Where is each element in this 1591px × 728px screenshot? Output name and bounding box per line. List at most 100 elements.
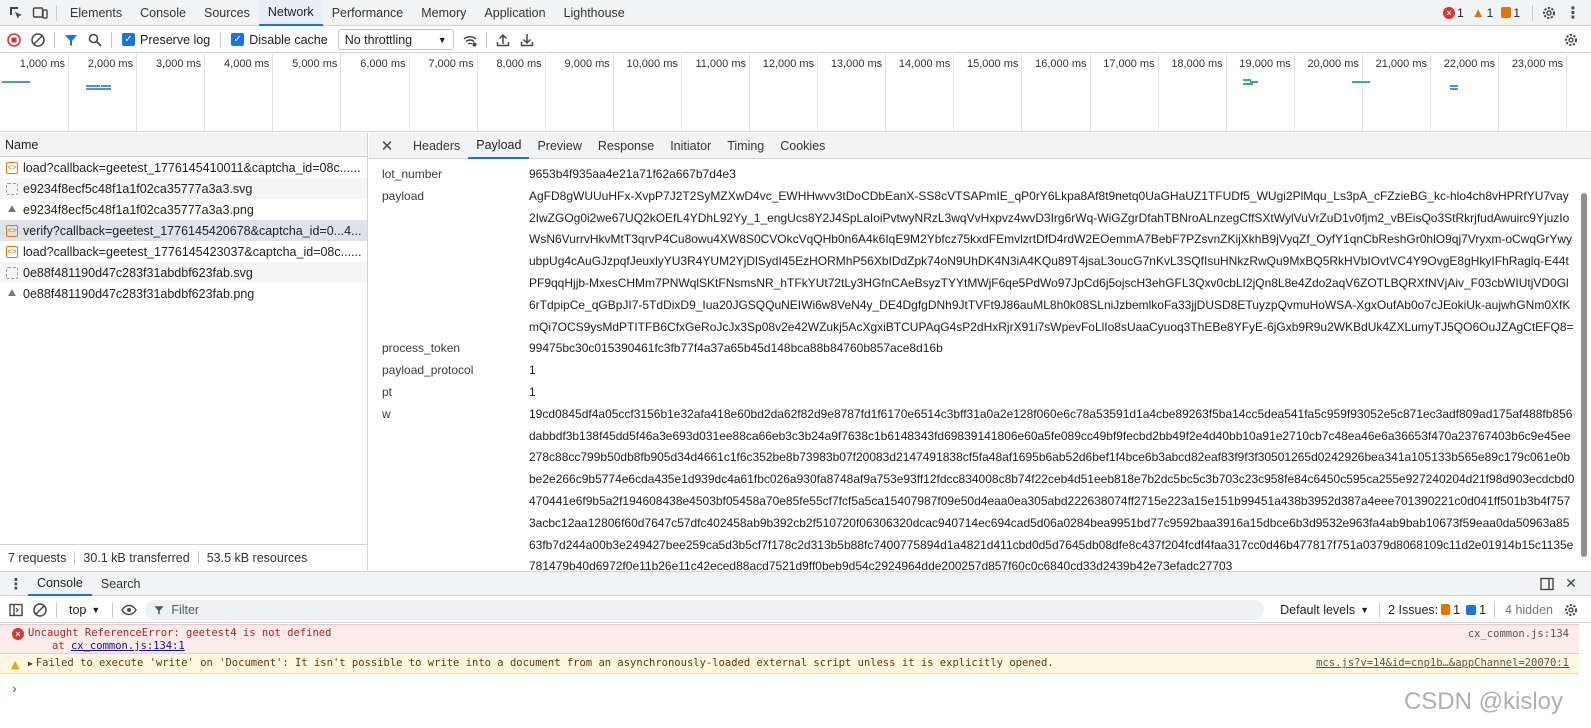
issues-summary[interactable]: 2 Issues: 1 1: [1384, 603, 1490, 617]
payload-value[interactable]: 1: [529, 382, 1579, 404]
issue-warning-icon: [1441, 604, 1451, 615]
console-prompt[interactable]: ›: [12, 680, 17, 696]
issues-counter[interactable]: 1: [1501, 6, 1520, 20]
tab-initiator[interactable]: Initiator: [662, 133, 719, 159]
tab-payload[interactable]: Payload: [468, 133, 530, 159]
log-levels-select[interactable]: Default levels ▼: [1274, 603, 1375, 617]
tab-lighthouse[interactable]: Lighthouse: [555, 0, 634, 26]
warning-source-link[interactable]: mcs.js?v=14&id=cnp1b…&appChannel=20070:1: [1316, 655, 1569, 672]
tab-timing[interactable]: Timing: [719, 133, 772, 159]
tab-elements[interactable]: Elements: [61, 0, 131, 26]
tab-performance[interactable]: Performance: [323, 0, 413, 26]
console-toolbar: top ▼ Filter Default levels ▼ 2 Issues: …: [0, 597, 1591, 623]
tab-memory[interactable]: Memory: [412, 0, 475, 26]
drawer-menu-icon[interactable]: ⋮: [4, 573, 28, 595]
timeline-request-bar: [1250, 81, 1258, 83]
payload-key: process_token: [382, 341, 461, 356]
error-counter[interactable]: × 1: [1443, 6, 1464, 20]
request-row[interactable]: <> verify?callback=geetest_1776145420678&…: [0, 220, 367, 241]
timeline-tick: 10,000 ms: [627, 54, 682, 131]
request-row[interactable]: <> load?callback=geetest_1776145423037&ca…: [0, 241, 367, 262]
console-filter-input[interactable]: Filter: [145, 599, 1265, 620]
tab-response[interactable]: Response: [590, 133, 662, 159]
timeline-tick: 22,000 ms: [1444, 54, 1500, 131]
tab-cookies[interactable]: Cookies: [772, 133, 833, 159]
tab-headers[interactable]: Headers: [405, 133, 468, 159]
payload-value[interactable]: AgFD8gWUUuHFx-XvpP7J2T2SyMZXwD4vc_EWHHwv…: [529, 186, 1579, 339]
payload-value[interactable]: 1: [529, 360, 1579, 382]
filter-icon: [154, 605, 164, 614]
more-options-icon[interactable]: ⋮: [1561, 2, 1585, 24]
timeline-tick-label: 1,000 ms: [19, 58, 65, 70]
payload-scrollbar[interactable]: [1581, 163, 1589, 560]
request-detail-panel: ✕ Headers Payload Preview Response Initi…: [369, 133, 1591, 570]
disable-cache-label: Disable cache: [249, 32, 328, 47]
payload-key: pt: [382, 384, 393, 399]
request-row[interactable]: e9234f8ecf5c48f1a1f02ca35777a3a3.svg: [0, 178, 367, 199]
scrollbar-thumb[interactable]: [1581, 193, 1587, 557]
transferred-size: 30.1 kB transferred: [75, 550, 199, 565]
tab-preview[interactable]: Preview: [529, 133, 589, 159]
close-icon[interactable]: ✕: [375, 135, 399, 157]
stop-recording-icon[interactable]: [2, 29, 26, 51]
disable-cache-checkbox[interactable]: ✓ Disable cache: [231, 33, 328, 47]
timeline-tick: 14,000 ms: [899, 54, 955, 131]
clear-icon[interactable]: [26, 29, 50, 51]
timeline-tick-label: 9,000 ms: [564, 58, 610, 70]
issue-warning-count: 1: [1453, 602, 1461, 617]
name-column-header[interactable]: Name: [0, 133, 367, 157]
timeline-tick: 23,000 ms: [1512, 54, 1568, 131]
timeline-tick: 12,000 ms: [763, 54, 819, 131]
device-toolbar-icon[interactable]: [28, 2, 52, 24]
payload-value[interactable]: 19cd0845df4a05ccf3156b1e32afa418e60bd2da…: [529, 404, 1579, 570]
context-select[interactable]: top ▼: [61, 603, 108, 617]
settings-gear-icon[interactable]: [1537, 2, 1561, 24]
tab-application[interactable]: Application: [475, 0, 554, 26]
timeline-request-bar: [2, 81, 16, 83]
error-source-link[interactable]: cx_common.js:134: [1468, 628, 1569, 641]
preserve-log-checkbox[interactable]: ✓ Preserve log: [122, 33, 210, 47]
export-har-icon[interactable]: [515, 29, 539, 51]
request-row[interactable]: 0e88f481190d47c283f31abdbf623fab.svg: [0, 262, 367, 283]
name-column-label: Name: [5, 137, 39, 152]
resources-size: 53.5 kB resources: [206, 550, 308, 565]
console-sidebar-icon[interactable]: [4, 599, 28, 621]
payload-value[interactable]: 99475bc30c015390461fc3fb77f4a37a65b45d14…: [529, 338, 1579, 360]
request-row[interactable]: <> load?callback=geetest_1776145410011&ca…: [0, 157, 367, 178]
dock-side-icon[interactable]: [1535, 573, 1559, 595]
throttling-select[interactable]: No throttling ▼: [337, 29, 454, 50]
drawer-tab-search[interactable]: Search: [92, 571, 150, 596]
tab-console[interactable]: Console: [131, 0, 195, 26]
request-row[interactable]: ⛰ e9234f8ecf5c48f1a1f02ca35777a3a3.png: [0, 199, 367, 220]
payload-row: lot_number 9653b4f935aa4e21a71f62a667b7d4…: [369, 164, 1579, 186]
search-icon[interactable]: [83, 29, 107, 51]
inspect-element-icon[interactable]: [4, 2, 28, 24]
payload-row: w 19cd0845df4a05ccf3156b1e32afa418e60bd2d…: [369, 404, 1579, 570]
payload-value[interactable]: 9653b4f935aa4e21a71f62a667b7d4e3: [529, 164, 1579, 186]
import-har-icon[interactable]: [491, 29, 515, 51]
issue-info-count: 1: [1479, 602, 1487, 617]
stack-frame-link[interactable]: cx_common.js:134:1: [71, 640, 185, 652]
live-expression-eye-icon[interactable]: [117, 599, 141, 621]
dropdown-arrow-icon: ▼: [91, 604, 101, 615]
tab-network[interactable]: Network: [258, 0, 323, 26]
network-settings-gear-icon[interactable]: [1559, 29, 1583, 51]
network-overview-timeline[interactable]: 1,000 ms 2,000 ms 3,000 ms 4,000 ms 5,000 ms…: [0, 54, 1591, 132]
filter-icon[interactable]: [59, 29, 83, 51]
network-conditions-icon[interactable]: [458, 29, 482, 51]
close-drawer-icon[interactable]: ✕: [1559, 573, 1583, 595]
warning-counter[interactable]: ▲ 1: [1472, 5, 1494, 20]
console-settings-gear-icon[interactable]: [1559, 599, 1583, 621]
issues-label: 2 Issues:: [1388, 602, 1439, 617]
timeline-tick-label: 2,000 ms: [87, 58, 134, 70]
timeline-tick-label: 14,000 ms: [898, 58, 951, 70]
request-count: 7 requests: [0, 550, 76, 565]
drawer-tab-console[interactable]: Console: [28, 571, 92, 596]
error-icon: ×: [12, 628, 24, 640]
tab-sources[interactable]: Sources: [195, 0, 259, 26]
timeline-request-bar: [86, 85, 100, 87]
request-row[interactable]: ⛰ 0e88f481190d47c283f31abdbf623fab.png: [0, 283, 367, 304]
timeline-tick: 3,000 ms: [156, 54, 206, 131]
expand-arrow-icon[interactable]: ▶: [28, 659, 33, 668]
clear-console-icon[interactable]: [28, 599, 52, 621]
